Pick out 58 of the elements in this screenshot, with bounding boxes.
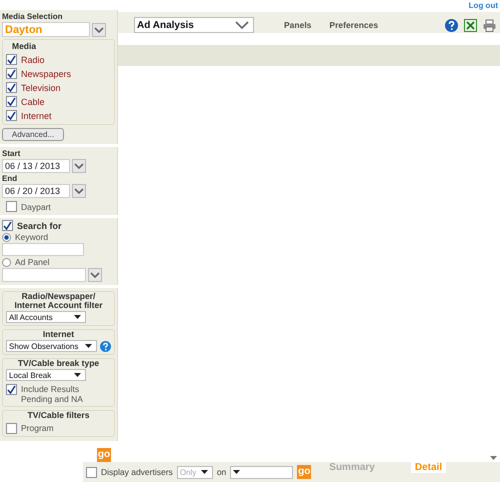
checkbox-label: Display advertisers [101,467,173,477]
help-icon[interactable] [100,340,111,352]
printer-icon[interactable] [483,18,496,32]
field-label: End [2,174,18,183]
checkbox-label: Include Results Pending and NA [21,384,84,404]
triangle-icon [85,344,92,348]
radio-button[interactable] [2,258,11,266]
help-icon[interactable] [445,18,458,32]
checkbox-label: Cable [21,96,45,106]
radio-label: Ad Panel [15,257,50,267]
checkbox[interactable] [6,54,17,65]
group-title: Internet [42,330,76,339]
spreadsheet-icon[interactable] [464,18,477,32]
group-title: TV/Cable break type [16,359,100,368]
triangle-icon [74,373,81,377]
field-label: Media Selection [2,12,64,21]
checkbox[interactable] [6,384,17,395]
date-field[interactable]: 06 / 13 / 2013 [2,159,70,173]
triangle-icon [200,470,208,474]
logout-link[interactable]: Log out [468,1,498,12]
checkbox[interactable] [6,96,17,107]
module-dropdown[interactable]: Ad Analysis [134,17,254,33]
label: on [216,467,226,477]
group-title: Radio/Newspaper/ Internet Account filter [14,292,104,310]
keyword-field[interactable] [2,243,84,256]
checkbox[interactable] [86,466,97,478]
checkbox-label: Radio [21,54,45,64]
check-icon [7,385,16,394]
checkbox-label: Program [21,423,54,433]
chevron-down-icon [235,21,249,29]
nav-link[interactable]: Preferences [329,20,378,30]
checkbox[interactable] [6,68,17,79]
group-title: Media [11,41,38,51]
dropdown[interactable]: Show Observations [6,340,97,352]
checkbox-label: Internet [21,110,52,120]
scroll-down-icon[interactable] [490,456,497,460]
checkbox-label: Daypart [21,202,51,212]
date-field[interactable]: 06 / 20 / 2013 [2,184,70,198]
checkbox[interactable] [2,220,13,231]
dropdown[interactable]: All Accounts [6,311,86,323]
check-icon [3,221,12,230]
triangle-icon [233,470,240,474]
checkbox[interactable] [6,82,17,93]
checkbox-label: Search for [17,220,62,230]
triangle-icon [74,315,81,319]
advanced-button[interactable]: Advanced... [2,128,64,141]
checkbox[interactable] [6,423,17,434]
group-title: TV/Cable filters [26,411,90,420]
checkbox-label: Television [21,82,61,92]
dropdown[interactable]: Local Break [6,369,86,381]
radio-label: Keyword [15,232,48,242]
ad-panel-field[interactable] [2,268,86,282]
field-label: Start [2,149,22,158]
checkbox-label: Newspapers [21,68,72,78]
nav-link[interactable]: Panels [284,20,312,30]
radio-button[interactable] [2,232,11,242]
checkbox[interactable] [6,110,17,121]
checkbox[interactable] [6,201,17,212]
